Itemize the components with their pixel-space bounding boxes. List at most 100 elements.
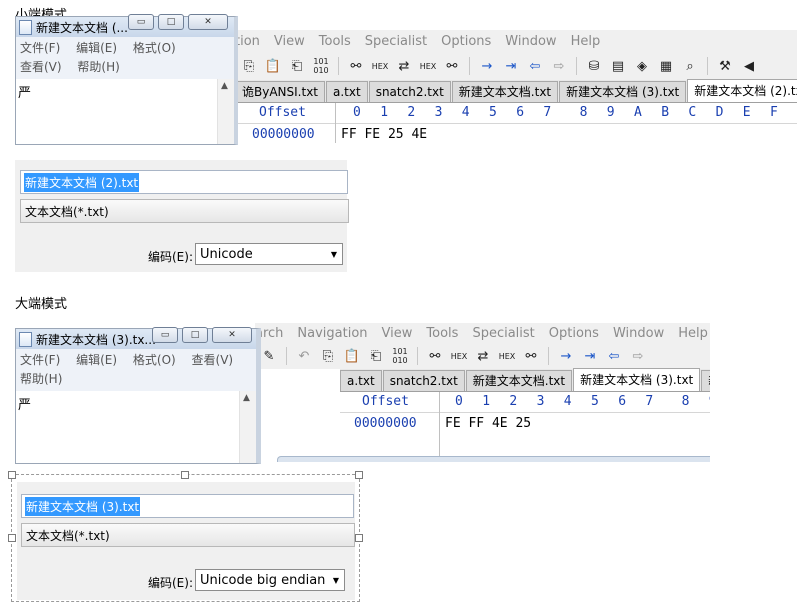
menu-specialist[interactable]: Specialist: [365, 34, 427, 49]
hex-column-header: 4: [563, 394, 572, 409]
find-icon[interactable]: ⚯: [425, 346, 445, 366]
goto-offset-icon[interactable]: ⇥: [580, 346, 600, 366]
forward-arrow-icon[interactable]: ⇨: [549, 56, 569, 76]
disk-icon[interactable]: ◈: [632, 56, 652, 76]
resize-handle[interactable]: [8, 534, 16, 542]
replace-icon[interactable]: ⇄: [394, 56, 414, 76]
hex-column-header: C: [688, 105, 697, 120]
menu-help[interactable]: 帮助(H): [77, 60, 119, 74]
calculator-icon[interactable]: ▦: [656, 56, 676, 76]
resize-handle[interactable]: [355, 534, 363, 542]
encoding-select[interactable]: Unicode big endian ▼: [195, 569, 345, 591]
binary-icon[interactable]: 101 010: [390, 346, 410, 366]
menu-view[interactable]: View: [382, 326, 413, 341]
menu-specialist[interactable]: Specialist: [472, 326, 534, 341]
resize-handle[interactable]: [181, 471, 189, 479]
forward-arrow-icon[interactable]: ⇨: [628, 346, 648, 366]
maximize-icon[interactable]: □: [182, 327, 208, 343]
notepad-app-icon: [19, 331, 32, 347]
find-next-icon[interactable]: ⚯: [521, 346, 541, 366]
hex-column-header: B: [661, 105, 670, 120]
tab-file[interactable]: 新建文本文档.txt: [465, 370, 573, 391]
back-arrow-icon[interactable]: ⇦: [525, 56, 545, 76]
find-icon[interactable]: ⚯: [346, 56, 366, 76]
menu-window[interactable]: Window: [613, 326, 664, 341]
menu-view[interactable]: 查看(V): [20, 60, 62, 74]
tab-file[interactable]: 诡ByANSI.txt: [235, 81, 326, 102]
binary-icon[interactable]: 101 010: [311, 56, 331, 76]
tab-file-active[interactable]: 新建文本文档 (2).txt: [687, 79, 797, 102]
scroll-up-icon[interactable]: ▲: [243, 393, 250, 403]
paste-special-icon[interactable]: ⎗: [287, 56, 307, 76]
replace-hex-icon[interactable]: HEX: [497, 346, 517, 366]
menu-format[interactable]: 格式(O): [133, 41, 176, 55]
tab-file[interactable]: a.txt: [340, 370, 382, 391]
goto-offset-icon[interactable]: ⇥: [501, 56, 521, 76]
tab-file[interactable]: snatch2.txt: [382, 370, 465, 391]
menu-help[interactable]: 帮助(H): [20, 372, 62, 386]
vertical-scrollbar[interactable]: ▲: [217, 79, 234, 144]
menu-view[interactable]: 查看(V): [192, 353, 234, 367]
resize-handle[interactable]: [355, 471, 363, 479]
notepad-text-area[interactable]: 严 ▲: [16, 391, 256, 463]
minimize-icon[interactable]: ▭: [152, 327, 178, 343]
find-hex-icon[interactable]: HEX: [370, 56, 390, 76]
notepad-text-area[interactable]: 严 ▲: [16, 79, 234, 144]
menu-tools[interactable]: Tools: [319, 34, 351, 49]
maximize-icon[interactable]: □: [158, 14, 184, 30]
menu-options[interactable]: Options: [549, 326, 599, 341]
row-bytes[interactable]: FF FE 25 4E: [341, 124, 427, 143]
tab-file[interactable]: snatch2.txt: [368, 81, 451, 102]
menu-edit[interactable]: 编辑(E): [76, 41, 117, 55]
menu-file[interactable]: 文件(F): [20, 353, 60, 367]
menu-format[interactable]: 格式(O): [133, 353, 176, 367]
tab-file[interactable]: 新建文本文档 (3).txt: [559, 81, 687, 102]
minimize-icon[interactable]: ▭: [128, 14, 154, 30]
close-icon[interactable]: ✕: [188, 14, 228, 30]
goto-arrow-icon[interactable]: →: [477, 56, 497, 76]
menu-options[interactable]: Options: [441, 34, 491, 49]
tab-file[interactable]: 新建文本文档.txt: [451, 81, 559, 102]
back-arrow-icon[interactable]: ⇦: [604, 346, 624, 366]
play-left-icon[interactable]: ◀: [739, 56, 759, 76]
menu-tools[interactable]: Tools: [426, 326, 458, 341]
paste-icon[interactable]: 📋: [263, 56, 283, 76]
menu-view[interactable]: View: [274, 34, 305, 49]
filename-field[interactable]: 新建文本文档 (3).txt: [21, 494, 354, 518]
filename-field[interactable]: 新建文本文档 (2).txt: [20, 170, 348, 194]
find-next-icon[interactable]: ⚯: [442, 56, 462, 76]
ram-icon[interactable]: ▤: [608, 56, 628, 76]
tab-file-active[interactable]: 新建文本文档 (3).txt: [573, 368, 701, 391]
row-bytes[interactable]: FE FF 4E 25: [445, 413, 531, 435]
filetype-select[interactable]: 文本文档(*.txt): [21, 523, 355, 547]
tab-file[interactable]: 新建: [701, 370, 710, 391]
scroll-up-icon[interactable]: ▲: [221, 81, 228, 91]
properties-icon[interactable]: ✎: [259, 346, 279, 366]
file-tabs: 诡ByANSI.txt a.txt snatch2.txt 新建文本文档.txt…: [235, 79, 797, 103]
menu-window[interactable]: Window: [505, 34, 556, 49]
menu-navigation[interactable]: Navigation: [297, 326, 367, 341]
wizard-icon[interactable]: ⚒: [715, 56, 735, 76]
menu-search-fragment[interactable]: tion: [235, 34, 260, 49]
paste-icon[interactable]: 📋: [342, 346, 362, 366]
copy-icon[interactable]: ⎘: [318, 346, 338, 366]
replace-icon[interactable]: ⇄: [473, 346, 493, 366]
close-icon[interactable]: ✕: [212, 327, 252, 343]
vertical-scrollbar[interactable]: ▲: [239, 391, 256, 463]
encoding-select[interactable]: Unicode ▼: [195, 243, 343, 265]
menu-file[interactable]: 文件(F): [20, 41, 60, 55]
replace-hex-icon[interactable]: HEX: [418, 56, 438, 76]
menu-help[interactable]: Help: [571, 34, 601, 49]
tab-file[interactable]: a.txt: [326, 81, 368, 102]
resize-handle[interactable]: [8, 471, 16, 479]
open-disk-icon[interactable]: ⛁: [584, 56, 604, 76]
goto-arrow-icon[interactable]: →: [556, 346, 576, 366]
filetype-select[interactable]: 文本文档(*.txt): [20, 199, 349, 223]
menu-edit[interactable]: 编辑(E): [76, 353, 117, 367]
paste-special-icon[interactable]: ⎗: [366, 346, 386, 366]
undo-icon[interactable]: ↶: [294, 346, 314, 366]
menu-help[interactable]: Help: [678, 326, 708, 341]
copy-icon[interactable]: ⎘: [239, 56, 259, 76]
find-hex-icon[interactable]: HEX: [449, 346, 469, 366]
magnifier-icon[interactable]: ⌕: [680, 56, 700, 76]
